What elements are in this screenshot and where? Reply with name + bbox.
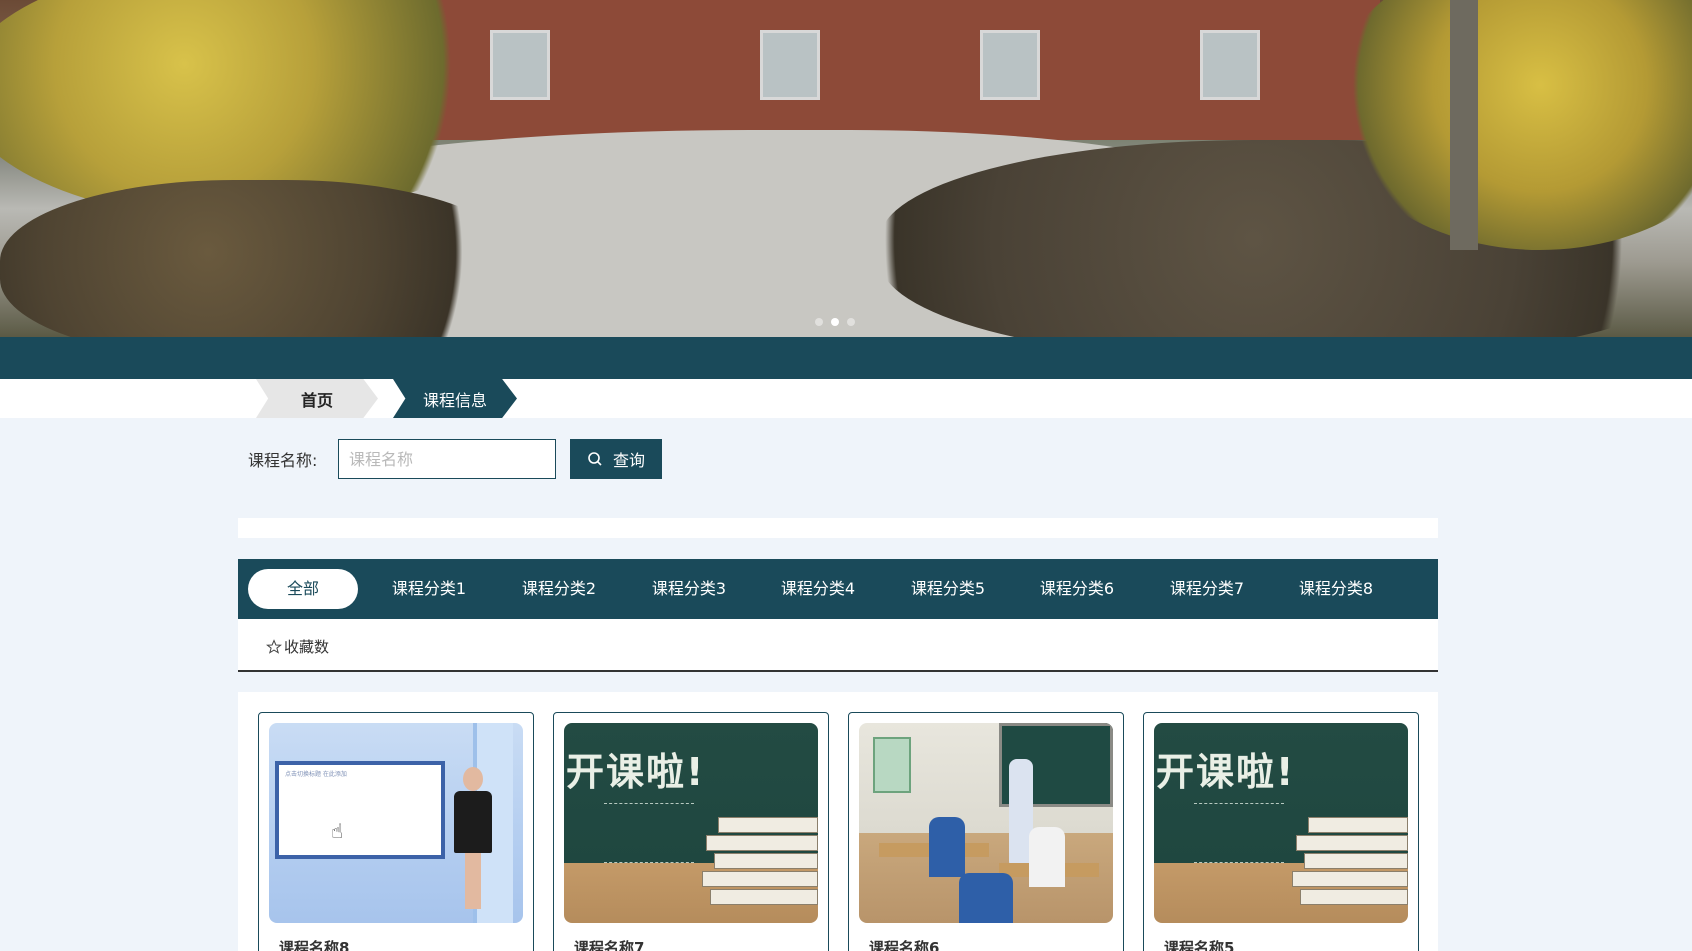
course-thumbnail: 开课啦!	[1154, 723, 1408, 923]
divider-strip	[238, 518, 1438, 538]
course-thumbnail: 点击切换标题 在此添加 ☝	[269, 723, 523, 923]
search-button[interactable]: 查询	[570, 439, 662, 479]
breadcrumb	[0, 379, 1692, 418]
breadcrumb-current: 课程信息	[393, 379, 517, 418]
sort-bar: 收藏数	[238, 619, 1438, 672]
board-text: 开课啦!	[1156, 750, 1296, 794]
course-card[interactable]: 课程名称6	[848, 712, 1124, 951]
board-text: 点击切换标题 在此添加	[285, 771, 347, 778]
carousel-dot[interactable]	[847, 318, 855, 326]
search-icon	[588, 452, 602, 466]
banner-tree-trunk	[1450, 0, 1478, 250]
carousel-dot[interactable]	[815, 318, 823, 326]
tab-category-7[interactable]: 课程分类7	[1152, 569, 1262, 609]
tab-category-3[interactable]: 课程分类3	[634, 569, 744, 609]
star-icon	[266, 638, 282, 654]
board-text: 开课啦!	[566, 750, 706, 794]
category-tabs: 全部 课程分类1 课程分类2 课程分类3 课程分类4 课程分类5 课程分类6 课…	[238, 559, 1438, 619]
tab-category-8[interactable]: 课程分类8	[1281, 569, 1391, 609]
course-card[interactable]: 开课啦! 课程名称5	[1143, 712, 1419, 951]
course-name: 课程名称7	[574, 939, 645, 951]
tab-category-5[interactable]: 课程分类5	[893, 569, 1003, 609]
carousel-indicators	[815, 318, 855, 326]
course-name-input[interactable]	[338, 439, 556, 479]
search-label: 课程名称:	[248, 451, 318, 470]
tab-all[interactable]: 全部	[248, 569, 358, 609]
tab-category-1[interactable]: 课程分类1	[374, 569, 484, 609]
tab-category-6[interactable]: 课程分类6	[1022, 569, 1132, 609]
search-button-label: 查询	[612, 451, 645, 470]
course-card[interactable]: 点击切换标题 在此添加 ☝ 课程名称8	[258, 712, 534, 951]
course-name: 课程名称8	[279, 939, 350, 951]
course-card[interactable]: 开课啦! 课程名称7	[553, 712, 829, 951]
banner-bush	[0, 180, 520, 337]
banner-carousel[interactable]	[0, 0, 1692, 337]
sort-label: 收藏数	[284, 638, 330, 656]
course-thumbnail	[859, 723, 1113, 923]
course-name: 课程名称5	[1164, 939, 1235, 951]
tab-category-4[interactable]: 课程分类4	[763, 569, 873, 609]
sort-by-favorites[interactable]: 收藏数	[266, 636, 329, 657]
tab-category-2[interactable]: 课程分类2	[504, 569, 614, 609]
hand-cursor-icon: ☝	[331, 819, 344, 843]
nav-bar	[0, 337, 1692, 379]
carousel-dot-active[interactable]	[831, 318, 839, 326]
course-name: 课程名称6	[869, 939, 940, 951]
breadcrumb-home[interactable]: 首页	[256, 379, 378, 418]
course-thumbnail: 开课啦!	[564, 723, 818, 923]
